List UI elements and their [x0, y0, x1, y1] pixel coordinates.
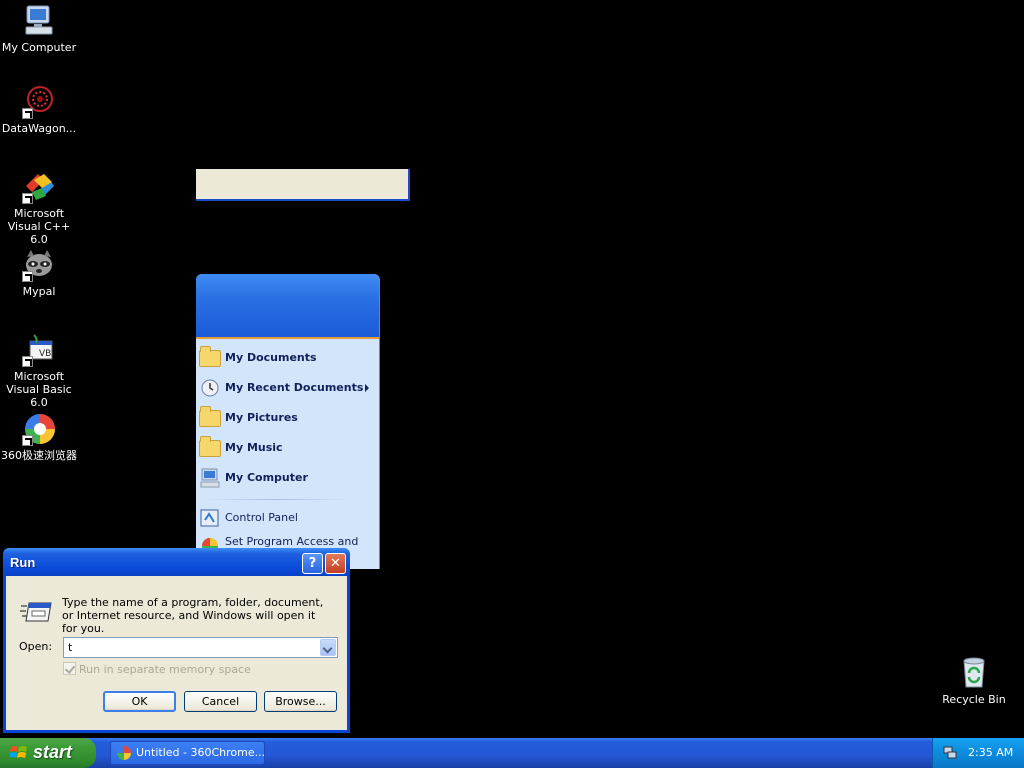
desktop-icon-mypal[interactable]: Mypal — [0, 248, 78, 298]
360-browser-icon — [117, 746, 131, 760]
open-combobox[interactable] — [63, 637, 338, 658]
start-menu-item-label: My Music — [225, 441, 283, 454]
start-menu-item-my-computer[interactable]: My Computer — [196, 463, 379, 493]
desktop-icon-datawagon[interactable]: DataWagon... — [0, 85, 78, 135]
desktop-icon-label: Microsoft Visual Basic 6.0 — [6, 370, 72, 409]
shortcut-arrow-icon — [22, 356, 33, 367]
submenu-arrow-icon — [365, 384, 369, 392]
desktop-icon-visual-cpp[interactable]: Microsoft Visual C++ 6.0 — [0, 170, 78, 246]
windows-logo-icon — [9, 745, 28, 761]
checkbox-icon — [63, 662, 76, 675]
mypal-raccoon-icon — [22, 248, 56, 282]
start-menu-item-label: My Pictures — [225, 411, 298, 424]
recent-documents-icon — [199, 378, 221, 398]
my-documents-icon — [199, 346, 221, 368]
start-menu-item-my-recent-documents[interactable]: My Recent Documents — [196, 373, 379, 403]
my-music-icon — [199, 436, 221, 458]
desktop-icon-label: Mypal — [22, 285, 56, 298]
shortcut-arrow-icon — [22, 108, 33, 119]
control-panel-icon — [199, 508, 221, 528]
browse-button[interactable]: Browse... — [264, 691, 337, 712]
desktop-icon-label: Microsoft Visual C++ 6.0 — [7, 207, 71, 246]
desktop-icon-visual-basic[interactable]: VB Microsoft Visual Basic 6.0 — [0, 333, 78, 409]
help-button[interactable]: ? — [302, 553, 323, 574]
start-menu-item-control-panel[interactable]: Control Panel — [196, 506, 379, 530]
start-menu-item-label: Set Program Access and — [225, 535, 359, 548]
desktop-icon-my-computer[interactable]: My Computer — [0, 4, 78, 54]
start-label: start — [33, 742, 73, 762]
open-input[interactable] — [68, 640, 308, 655]
taskbar-button-label: Untitled - 360Chrome... — [136, 746, 265, 759]
desktop-icon-label: DataWagon... — [1, 122, 77, 135]
cancel-button[interactable]: Cancel — [184, 691, 257, 712]
desktop-icon-360chrome[interactable]: 360极速浏览器 — [0, 412, 78, 462]
network-icon[interactable] — [943, 746, 957, 759]
svg-text:VB: VB — [39, 349, 51, 359]
my-pictures-icon — [199, 406, 221, 428]
desktop-icon-label: Recycle Bin — [942, 693, 1006, 706]
desktop-icon-label: My Computer — [1, 41, 77, 54]
open-label: Open: — [19, 640, 53, 653]
start-menu-item-my-music[interactable]: My Music — [196, 433, 379, 463]
run-dialog-titlebar[interactable]: Run ? ✕ — [3, 548, 350, 576]
visual-cpp-icon — [22, 170, 56, 204]
start-menu-separator — [204, 499, 349, 500]
run-icon — [20, 600, 52, 624]
taskbar: start Untitled - 360Chrome... 2:35 AM — [0, 738, 1024, 768]
close-button[interactable]: ✕ — [325, 553, 346, 574]
shortcut-arrow-icon — [22, 271, 33, 282]
shortcut-arrow-icon — [22, 193, 33, 204]
separate-memory-checkbox: Run in separate memory space — [63, 662, 251, 676]
start-menu-item-my-documents[interactable]: My Documents — [196, 343, 379, 373]
desktop: My Computer DataWagon... Microsoft Visua… — [0, 0, 1024, 738]
run-dialog-body: Type the name of a program, folder, docu… — [6, 576, 347, 730]
start-button[interactable]: start — [0, 738, 96, 768]
start-menu-item-label: My Computer — [225, 471, 308, 484]
run-dialog: Run ? ✕ Type the name of a program, fold… — [3, 548, 350, 733]
start-menu-item-label: My Recent Documents — [225, 381, 364, 394]
my-computer-icon — [22, 4, 56, 38]
start-menu-header — [196, 274, 379, 339]
start-menu-item-label: Control Panel — [225, 511, 298, 524]
chevron-down-icon[interactable] — [320, 639, 336, 656]
shortcut-arrow-icon — [22, 435, 33, 446]
visual-basic-icon: VB — [22, 333, 56, 367]
recycle-bin-icon — [957, 655, 991, 689]
blank-window-fragment — [196, 169, 410, 201]
taskbar-button-360chrome[interactable]: Untitled - 360Chrome... — [110, 741, 265, 765]
ok-button[interactable]: OK — [103, 691, 176, 712]
my-computer-icon — [199, 468, 221, 488]
start-menu: My Documents My Recent Documents My Pict… — [196, 274, 380, 569]
start-menu-item-my-pictures[interactable]: My Pictures — [196, 403, 379, 433]
clock[interactable]: 2:35 AM — [968, 746, 1013, 759]
run-dialog-description: Type the name of a program, folder, docu… — [62, 596, 324, 635]
run-dialog-title: Run — [10, 555, 36, 570]
desktop-icon-recycle-bin[interactable]: Recycle Bin — [940, 655, 1008, 706]
360-browser-icon — [22, 412, 56, 446]
separate-memory-label: Run in separate memory space — [79, 663, 251, 676]
desktop-icon-label: 360极速浏览器 — [1, 449, 77, 462]
start-menu-item-label: My Documents — [225, 351, 317, 364]
datawagon-icon — [22, 85, 56, 119]
system-tray: 2:35 AM — [932, 738, 1024, 768]
